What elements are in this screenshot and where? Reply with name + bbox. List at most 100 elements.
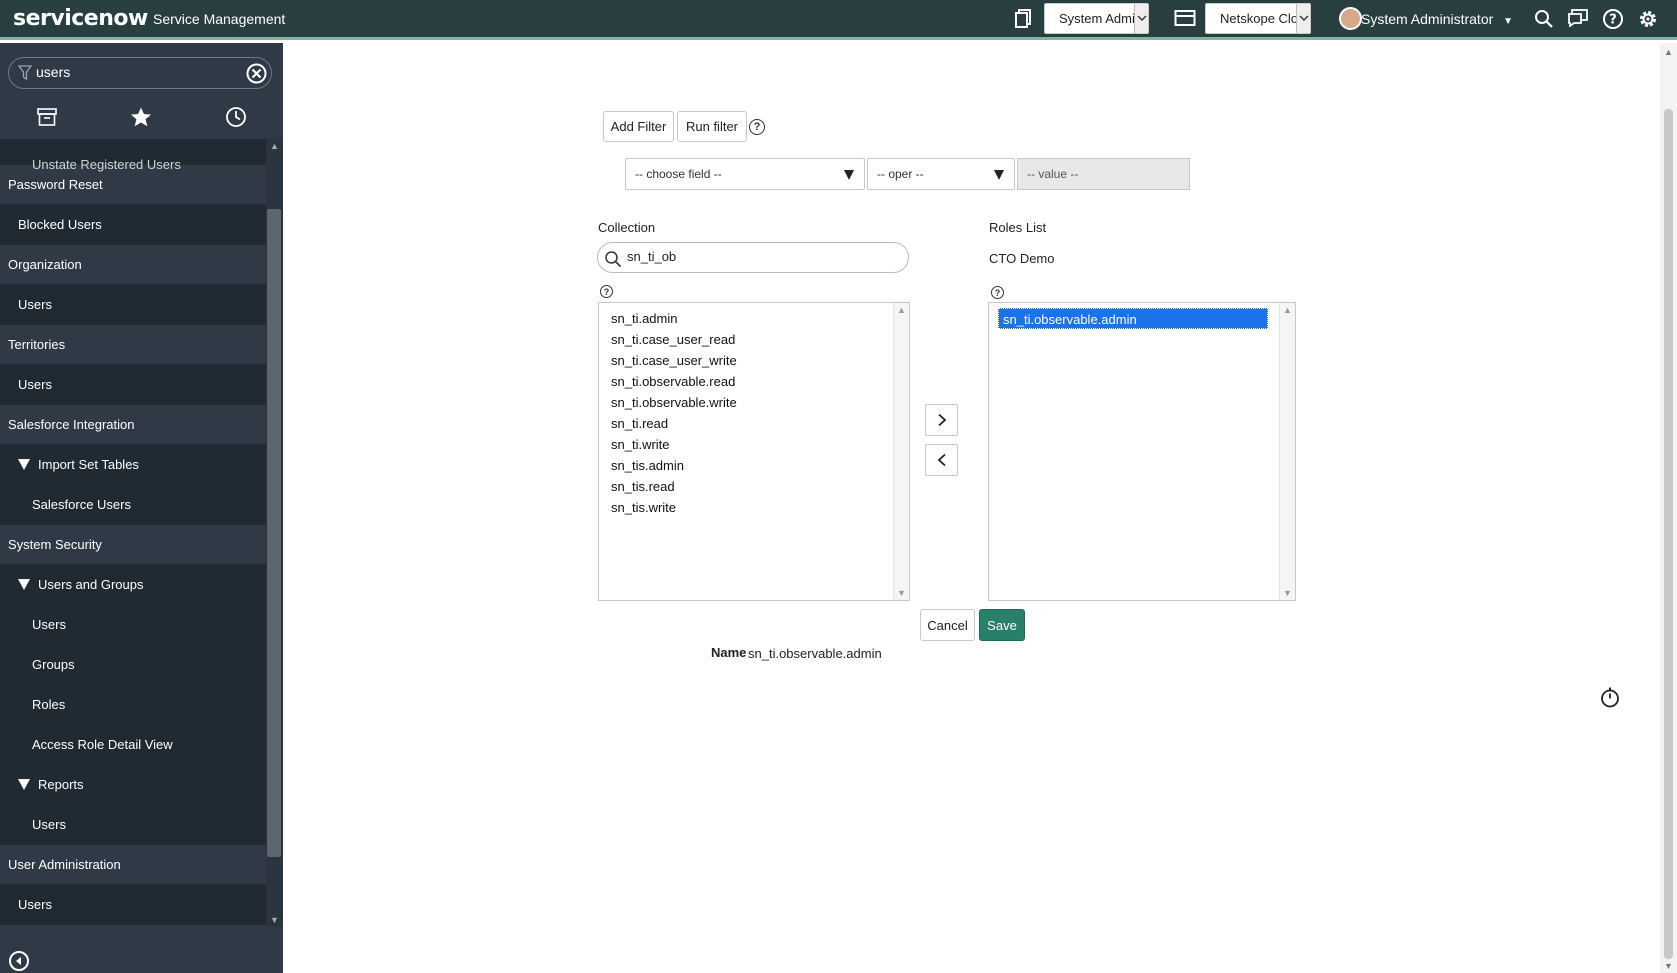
gear-icon[interactable] <box>1637 8 1659 30</box>
sidebar-scroll-thumb[interactable] <box>267 209 281 857</box>
user-avatar[interactable] <box>1339 7 1362 30</box>
tab-history[interactable] <box>189 95 283 139</box>
page-scrollbar[interactable]: ▲ ▼ <box>1660 43 1677 973</box>
collection-option[interactable]: sn_ti.write <box>599 434 909 455</box>
nav-item-label: Roles <box>32 697 66 712</box>
operator-select[interactable]: -- oper -- <box>867 158 1015 190</box>
search-icon[interactable] <box>1534 9 1554 29</box>
nav-item-label: Access Role Detail View <box>32 737 173 752</box>
run-filter-button[interactable]: Run filter <box>677 111 747 142</box>
app-title: Service Management <box>153 11 286 27</box>
help-icon[interactable]: ? <box>991 286 1004 299</box>
collection-option[interactable]: sn_ti.case_user_read <box>599 329 909 350</box>
cancel-button[interactable]: Cancel <box>920 609 975 641</box>
nav-item-groups[interactable]: Groups <box>0 645 266 685</box>
nav-item-label: Territories <box>8 337 66 352</box>
collection-option[interactable]: sn_tis.write <box>599 497 909 518</box>
app-switch-icon[interactable] <box>1014 8 1034 28</box>
nav-item-label: User Administration <box>8 857 121 872</box>
scroll-up-icon[interactable]: ▲ <box>897 305 906 315</box>
nav-item-access-role-detail-view[interactable]: Access Role Detail View <box>0 725 266 765</box>
scroll-up-icon[interactable]: ▲ <box>1283 305 1292 315</box>
chevron-down-icon <box>1296 4 1310 33</box>
nav-item-users[interactable]: Users <box>0 605 266 645</box>
add-role-button[interactable] <box>925 404 958 436</box>
chevron-down-icon <box>1134 4 1148 33</box>
nav-item-label: Salesforce Users <box>32 497 131 512</box>
help-icon[interactable]: ? <box>600 285 613 298</box>
save-button[interactable]: Save <box>979 609 1025 641</box>
nav-item-roles[interactable]: Roles <box>0 685 266 725</box>
scope-select[interactable]: System Admi <box>1044 3 1149 34</box>
update-set-icon[interactable] <box>1174 9 1196 27</box>
page-scroll-thumb[interactable] <box>1664 109 1673 959</box>
star-icon <box>131 107 152 127</box>
collection-option[interactable]: sn_tis.read <box>599 476 909 497</box>
nav-item-partial[interactable]: Unstate Registered Users <box>0 139 266 172</box>
navigator-menu: Unstate Registered Users Password Reset B… <box>0 139 266 927</box>
user-name: System Administrator <box>1361 11 1494 27</box>
help-icon[interactable]: ? <box>749 119 765 135</box>
clear-filter-icon[interactable] <box>246 63 267 87</box>
collection-option[interactable]: sn_ti.observable.read <box>599 371 909 392</box>
nav-item-organization[interactable]: Organization <box>0 245 266 285</box>
servicenow-logo[interactable]: servicenow <box>13 6 148 31</box>
scroll-down-icon[interactable]: ▼ <box>1283 588 1292 598</box>
nav-item-system-security[interactable]: System Security <box>0 525 266 565</box>
tab-all-applications[interactable] <box>0 95 94 139</box>
nav-item-label: Users <box>18 297 52 312</box>
nav-item-users[interactable]: Users <box>0 285 266 325</box>
nav-item-users-and-groups[interactable]: Users and Groups <box>0 565 266 605</box>
scroll-down-icon[interactable]: ▼ <box>897 588 906 598</box>
filter-icon <box>17 65 33 84</box>
collection-search-input[interactable] <box>627 249 887 264</box>
nav-item-reports[interactable]: Reports <box>0 765 266 805</box>
collection-option[interactable]: sn_tis.admin <box>599 455 909 476</box>
roles-list-label: Roles List <box>989 220 1047 235</box>
roles-listbox[interactable]: sn_ti.observable.admin ▲ ▼ <box>988 302 1296 601</box>
listbox-scrollbar[interactable]: ▲ ▼ <box>893 303 909 600</box>
collapse-navigator-icon[interactable] <box>9 951 29 971</box>
collection-search[interactable] <box>597 242 909 273</box>
collection-option[interactable]: sn_ti.admin <box>599 308 909 329</box>
collection-option[interactable]: sn_ti.observable.write <box>599 392 909 413</box>
navigator-sidebar: Unstate Registered Users Password Reset B… <box>0 43 283 973</box>
nav-item-users[interactable]: Users <box>0 805 266 845</box>
scroll-up-icon[interactable]: ▲ <box>270 141 279 151</box>
value-input[interactable]: -- value -- <box>1017 158 1190 190</box>
chevron-right-icon <box>937 413 946 427</box>
nav-item-user-administration[interactable]: User Administration <box>0 845 266 885</box>
nav-item-import-set-tables[interactable]: Import Set Tables <box>0 445 266 485</box>
nav-item-users[interactable]: Users <box>0 885 266 925</box>
stopwatch-icon[interactable] <box>1600 686 1620 711</box>
navigator-filter-input[interactable] <box>36 64 236 80</box>
remove-role-button[interactable] <box>925 444 958 476</box>
nav-item-salesforce-integration[interactable]: Salesforce Integration <box>0 405 266 445</box>
chat-icon[interactable] <box>1567 9 1589 27</box>
expand-triangle-icon <box>18 579 30 590</box>
nav-item-salesforce-users[interactable]: Salesforce Users <box>0 485 266 525</box>
collection-option[interactable]: sn_ti.read <box>599 413 909 434</box>
listbox-scrollbar[interactable]: ▲ ▼ <box>1279 303 1295 600</box>
scroll-down-icon[interactable]: ▼ <box>270 915 279 925</box>
expand-triangle-icon <box>18 779 30 790</box>
collection-option[interactable]: sn_ti.case_user_write <box>599 350 909 371</box>
nav-item-label: System Security <box>8 537 102 552</box>
instance-select[interactable]: Netskope Clo <box>1205 3 1311 34</box>
roles-list-option[interactable]: sn_ti.observable.admin <box>998 308 1268 329</box>
tab-favorites[interactable] <box>94 95 188 139</box>
name-field-label: Name <box>711 645 747 660</box>
add-filter-button[interactable]: Add Filter <box>603 111 674 142</box>
caret-down-icon: ▼ <box>1503 16 1514 27</box>
scroll-up-icon[interactable]: ▲ <box>1664 47 1673 57</box>
nav-item-users[interactable]: Users <box>0 365 266 405</box>
choose-field-select[interactable]: -- choose field -- <box>625 158 865 190</box>
navigator-filter[interactable] <box>8 57 272 89</box>
scroll-down-icon[interactable]: ▼ <box>1664 961 1673 971</box>
collection-listbox[interactable]: sn_ti.admin sn_ti.case_user_read sn_ti.cas… <box>598 302 910 601</box>
nav-item-territories[interactable]: Territories <box>0 325 266 365</box>
nav-item-label: Salesforce Integration <box>8 417 135 432</box>
user-menu[interactable]: System Administrator ▼ <box>1361 11 1513 27</box>
help-icon[interactable]: ? <box>1602 8 1624 30</box>
nav-item-blocked-users[interactable]: Blocked Users <box>0 205 266 245</box>
